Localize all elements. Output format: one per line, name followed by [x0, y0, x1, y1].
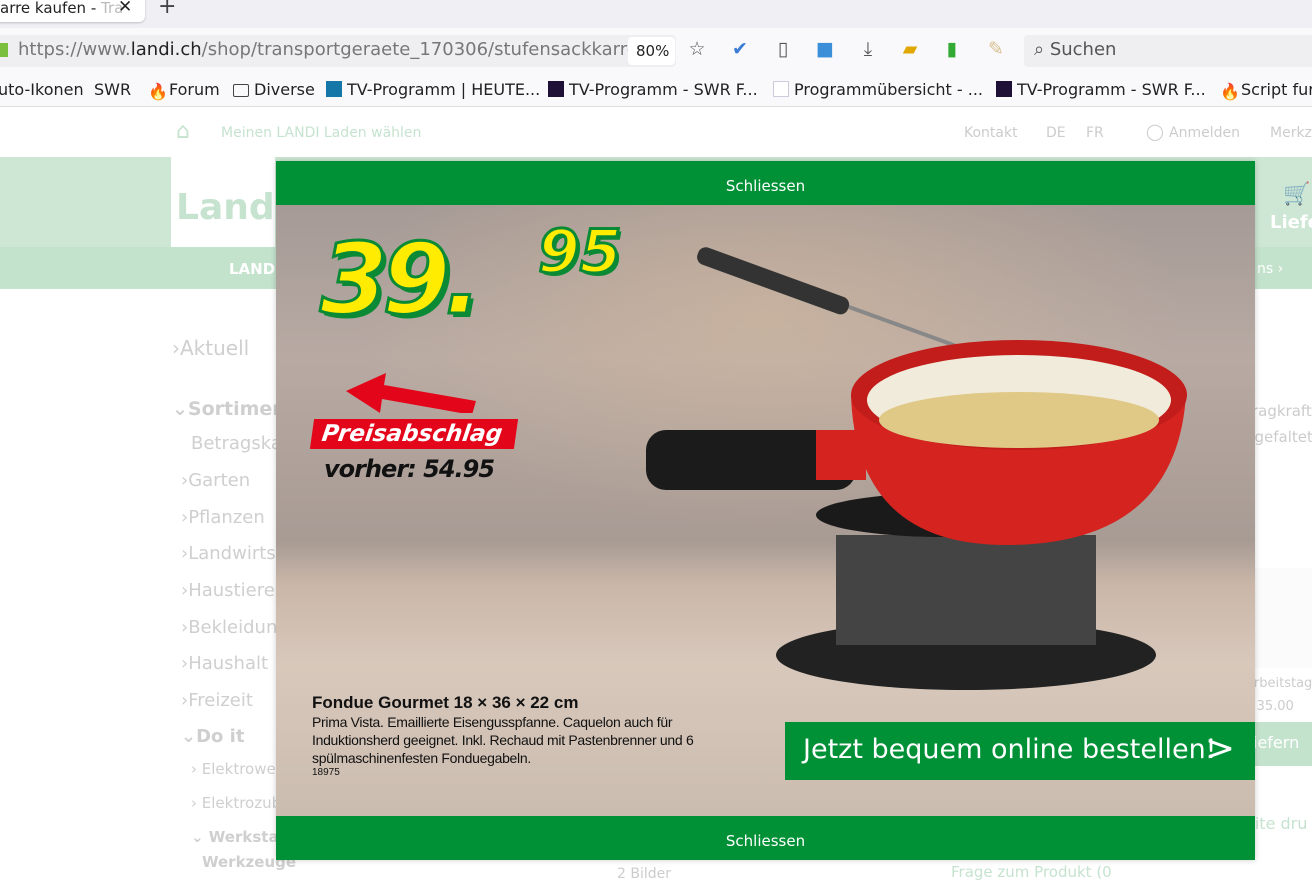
search-placeholder: Suchen	[1049, 39, 1117, 60]
new-tab-icon[interactable]: +	[158, 0, 176, 19]
hr-icon	[326, 81, 342, 97]
extension-battery-icon[interactable]: ▮	[940, 38, 964, 60]
search-icon: ⌕	[1034, 39, 1045, 60]
contact-link[interactable]: Kontakt	[964, 125, 1018, 141]
sidebar-item[interactable]: ›Landwirts	[181, 543, 276, 564]
chevron-right-icon: >	[1204, 728, 1235, 769]
product-description: Fondue Gourmet 18 × 36 × 22 cm Prima Vis…	[312, 693, 732, 778]
close-tab-icon[interactable]: ✕	[118, 0, 132, 17]
folder-icon	[233, 84, 249, 97]
sidebar-item[interactable]: ›Bekleidun	[181, 617, 277, 638]
bookmark[interactable]: 🔥Forum	[148, 80, 220, 101]
delivery-time: Arbeitstag	[1245, 676, 1312, 691]
product-text: Tragkraft	[1245, 402, 1312, 420]
swr-icon	[996, 81, 1012, 97]
sidebar-item[interactable]: ›Pflanzen	[181, 507, 265, 528]
cta-label: Jetzt bequem online bestellen!	[803, 734, 1217, 765]
url-path: /shop/transportgeraete_170306/stufensack…	[201, 39, 638, 60]
product-details: Prima Vista. Emaillierte Eisengusspfanne…	[312, 714, 694, 766]
lang-fr[interactable]: FR	[1086, 125, 1104, 141]
landi-logo[interactable]: Landi	[171, 157, 287, 247]
images-count[interactable]: 2 Bilder	[617, 866, 671, 882]
store-icon: ⌂	[176, 119, 190, 144]
sidebar-item[interactable]: ⌄Do it	[181, 726, 244, 747]
url-domain: landi.ch	[130, 39, 202, 60]
order-online-button[interactable]: Jetzt bequem online bestellen! >	[785, 722, 1255, 780]
price-cents: 95	[537, 216, 623, 289]
nav-item-right[interactable]: ns ›	[1257, 261, 1283, 277]
wishlist-link[interactable]: Merkze	[1270, 125, 1312, 141]
sidebar-item[interactable]: › Elektrowe	[191, 760, 276, 778]
zoom-level[interactable]: 80%	[628, 37, 675, 65]
bookmark[interactable]: Diverse	[233, 80, 315, 99]
user-icon: ◯	[1146, 122, 1164, 141]
fire-icon: 🔥	[148, 82, 168, 101]
bookmark-star-icon[interactable]: ☆	[685, 38, 709, 60]
bookmark[interactable]: TV-Programm | HEUTE...	[326, 80, 540, 99]
nav-item[interactable]: LAND	[229, 260, 275, 278]
close-button-top[interactable]: Schliessen	[276, 161, 1255, 205]
price-main: 39.	[319, 222, 484, 339]
sidebar-item[interactable]: ›Garten	[181, 470, 250, 491]
login-link[interactable]: Anmelden	[1169, 125, 1240, 141]
delivery-label[interactable]: Liefe	[1270, 212, 1312, 233]
previous-price: vorher: 54.95	[324, 455, 495, 483]
product-text: ngefaltet	[1245, 428, 1312, 446]
cart-icon: 🛒	[1283, 182, 1311, 207]
site-favicon-icon	[0, 43, 8, 57]
question-link[interactable]: Frage zum Produkt (0	[951, 863, 1112, 881]
bookmark[interactable]: TV-Programm - SWR F...	[996, 80, 1206, 99]
sidebar-item[interactable]: › Elektrozub	[191, 794, 281, 812]
price-badge: Preisabschlag	[309, 419, 519, 449]
url-bar[interactable]: https://www.landi.ch/shop/transportgerae…	[0, 35, 676, 67]
store-select-link[interactable]: Meinen LANDI Laden wählen	[221, 125, 421, 141]
folder-icon[interactable]: ■	[813, 38, 837, 60]
w3c-validator-icon[interactable]: ✔	[728, 38, 752, 60]
swr-icon	[548, 81, 564, 97]
sidebar-item[interactable]: ›Haushalt	[181, 653, 268, 674]
promo-image[interactable]: 39. 95 Preisabschlag vorher: 54.95 Fondu…	[276, 205, 1255, 816]
article-number: 18975	[312, 767, 340, 778]
download-icon[interactable]: ⤓	[856, 38, 880, 60]
bookmarks-bar: uto-Ikonen SWR 🔥Forum Diverse TV-Program…	[0, 74, 1312, 107]
bookmark[interactable]: Programmübersicht - ...	[773, 80, 983, 99]
open-folder-icon[interactable]: ▰	[898, 38, 922, 60]
product-title: Fondue Gourmet 18 × 36 × 22 cm	[312, 693, 579, 712]
sidebar-item[interactable]: Betragska	[191, 433, 282, 454]
price-increase-arrow-icon	[346, 373, 476, 413]
sidebar-item[interactable]: ›Freizeit	[181, 690, 253, 711]
sidebar-item[interactable]: ›Aktuell	[172, 336, 249, 360]
search-input[interactable]: ⌕ Suchen	[1024, 35, 1312, 67]
lang-de[interactable]: DE	[1046, 125, 1066, 141]
promo-modal: Schliessen 39. 95 Preisabschlag vorher: …	[276, 161, 1255, 860]
extension-broom-icon[interactable]: ✎	[984, 38, 1008, 60]
bookmark[interactable]: SWR	[94, 80, 131, 99]
close-button-bottom[interactable]: Schliessen	[276, 816, 1255, 860]
tab-bar	[0, 0, 1312, 28]
fire-icon: 🔥	[1220, 82, 1240, 101]
sidebar-item[interactable]: ›Haustiere	[181, 580, 275, 601]
tab-title: arre kaufen -	[0, 0, 102, 17]
sidebar-icon[interactable]: ▯	[771, 38, 795, 60]
bookmark[interactable]: TV-Programm - SWR F...	[548, 80, 758, 99]
deliver-button[interactable]: iefern	[1245, 722, 1312, 766]
bookmark[interactable]: uto-Ikonen	[0, 80, 84, 99]
bookmark[interactable]: 🔥Script fur	[1220, 80, 1312, 101]
wdr-icon	[773, 81, 789, 97]
fondue-pot-image	[646, 247, 1187, 690]
delivery-box	[1245, 568, 1312, 668]
url-prefix: https://www.	[18, 39, 131, 60]
